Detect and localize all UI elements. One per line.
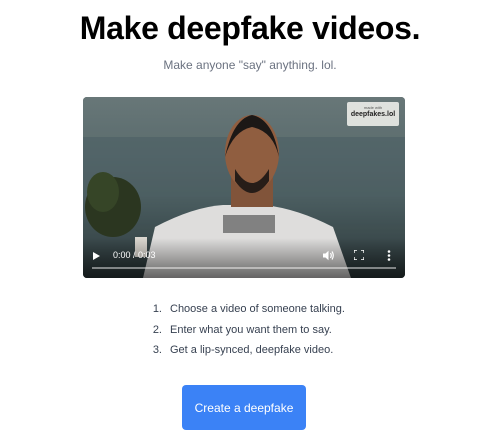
watermark-badge: made with deepfakes.lol [347, 102, 399, 126]
video-player[interactable]: made with deepfakes.lol 0:00 / 0:03 [83, 97, 405, 278]
play-icon[interactable] [93, 252, 100, 260]
step-item: 3. Get a lip-synced, deepfake video. [148, 340, 345, 361]
step-item: 2. Enter what you want them to say. [148, 320, 345, 341]
create-deepfake-button[interactable]: Create a deepfake [182, 385, 306, 430]
step-number: 3. [152, 344, 162, 356]
fullscreen-icon[interactable] [354, 250, 364, 260]
steps-list: 1. Choose a video of someone talking. 2. E… [148, 299, 345, 361]
step-text: Get a lip-synced, deepfake video. [170, 344, 334, 356]
progress-bar[interactable] [92, 267, 396, 269]
step-text: Enter what you want them to say. [170, 323, 332, 336]
video-controls: 0:00 / 0:03 [83, 238, 405, 278]
more-options-icon[interactable] [387, 250, 391, 261]
step-item: 1. Choose a video of someone talking. [148, 299, 345, 320]
step-text: Choose a video of someone talking. [170, 303, 345, 315]
step-number: 2. [152, 323, 162, 336]
watermark-caption: made with [363, 105, 383, 110]
page-title: Make deepfake videos. [79, 10, 421, 46]
time-display: 0:00 / 0:03 [113, 250, 156, 260]
watermark-brand: deepfakes.lol [350, 111, 396, 118]
page-subtitle: Make anyone "say" anything. lol. [163, 58, 337, 72]
volume-icon[interactable] [323, 250, 335, 261]
step-number: 1. [152, 303, 162, 315]
